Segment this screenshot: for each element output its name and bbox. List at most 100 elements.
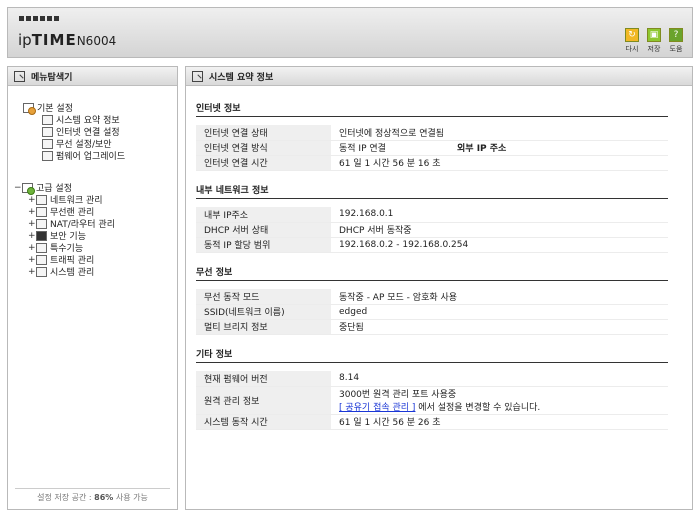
wireless-info-table: 무선 동작 모드 동작중 - AP 모드 - 암호화 사용 SSID(네트워크 … (196, 289, 668, 335)
section-title-wireless: 무선 정보 (196, 265, 668, 281)
network-icon (36, 194, 47, 205)
expand-icon: + (28, 266, 36, 277)
storage-status: 설정 저장 공간 : 86% 사용 가능 (15, 488, 170, 503)
row-label: 원격 관리 정보 (196, 386, 331, 415)
logo-dots (19, 16, 59, 21)
save-button[interactable]: ▣ 저장 (646, 28, 662, 54)
table-row: 멀티 브리지 정보 중단됨 (196, 319, 668, 335)
other-info-table: 현재 펌웨어 버전 8.14 원격 관리 정보 3000번 원격 관리 포트 사… (196, 371, 668, 430)
system-summary-title-text: 시스템 요약 정보 (209, 72, 274, 83)
table-row: 인터넷 연결 상태 인터넷에 정상적으로 연결됨 (196, 125, 668, 141)
row-label: 내부 IP주소 (196, 207, 331, 223)
expand-icon: + (28, 254, 36, 265)
table-row: 내부 IP주소 192.168.0.1 (196, 207, 668, 223)
expand-icon: + (28, 194, 36, 205)
table-row: 원격 관리 정보 3000번 원격 관리 포트 사용중 [ 공유기 접속 관리 … (196, 386, 668, 415)
row-value: 8.14 (331, 371, 668, 387)
logo-model: N6004 (76, 34, 117, 48)
tree-item-label: 펌웨어 업그레이드 (56, 152, 126, 162)
refresh-label: 다시 (625, 45, 639, 53)
row-value: 동적 IP 연결 (331, 140, 449, 156)
row-label: 인터넷 연결 방식 (196, 140, 331, 156)
expand-icon: + (28, 218, 36, 229)
expand-icon: + (28, 230, 36, 241)
top-header: ipTIMEN6004 ↻ 다시 ▣ 저장 ? 도움 (7, 7, 693, 58)
save-icon: ▣ (647, 28, 661, 42)
row-value: 동작중 - AP 모드 - 암호화 사용 (331, 289, 668, 305)
router-access-link[interactable]: [ 공유기 접속 관리 ] (339, 403, 415, 413)
chart-icon (42, 114, 53, 125)
row-value: edged (331, 304, 668, 320)
router-icon (36, 218, 47, 229)
upgrade-icon (42, 150, 53, 161)
menu-explorer-panel: 메뉴탐색기 기본 설정 시스템 요약 정보 인터넷 연결 설정 무선 설정/보안… (7, 66, 178, 510)
remote-mgmt-value: 3000번 원격 관리 포트 사용중 [ 공유기 접속 관리 ] 에서 설정을 … (331, 386, 668, 415)
wireless-icon (42, 138, 53, 149)
logo-part1: ip (18, 31, 32, 49)
logo-part2: TIME (31, 31, 77, 49)
help-icon: ? (669, 28, 683, 42)
lan-info-table: 내부 IP주소 192.168.0.1 DHCP 서버 상태 DHCP 서버 동… (196, 207, 668, 253)
internet-info-table: 인터넷 연결 상태 인터넷에 정상적으로 연결됨 인터넷 연결 방식 동적 IP… (196, 125, 668, 171)
table-row: 인터넷 연결 시간 61 일 1 시간 56 분 16 초 (196, 155, 668, 171)
remote-mgmt-line: [ 공유기 접속 관리 ] 에서 설정을 변경할 수 있습니다. (339, 400, 660, 413)
row-value: 중단됨 (331, 319, 668, 335)
traffic-icon (36, 254, 47, 265)
row-label: SSID(네트워크 이름) (196, 304, 331, 320)
table-row: SSID(네트워크 이름) edged (196, 304, 668, 320)
help-label: 도움 (669, 45, 683, 53)
table-row: 시스템 동작 시간 61 일 1 시간 56 분 26 초 (196, 414, 668, 430)
table-row: 현재 펌웨어 버전 8.14 (196, 371, 668, 387)
section-title-internet: 인터넷 정보 (196, 101, 668, 117)
external-ip-label: 외부 IP 주소 (449, 140, 668, 156)
row-label: 인터넷 연결 시간 (196, 155, 331, 171)
tree-item-firmware-upgrade[interactable]: 펌웨어 업그레이드 (42, 149, 125, 162)
row-label: DHCP 서버 상태 (196, 222, 331, 238)
storage-prefix: 설정 저장 공간 : (37, 493, 95, 502)
help-button[interactable]: ? 도움 (668, 28, 684, 54)
special-icon (36, 242, 47, 253)
row-value: 61 일 1 시간 56 분 16 초 (331, 155, 668, 171)
window-icon (192, 70, 203, 82)
expand-icon: + (28, 242, 36, 253)
lock-icon (36, 230, 47, 241)
iptime-logo: ipTIMEN6004 (18, 31, 116, 49)
folder-icon (22, 182, 35, 195)
row-value: 192.168.0.2 - 192.168.0.254 (331, 237, 668, 253)
row-value: 192.168.0.1 (331, 207, 668, 223)
system-summary-panel: 시스템 요약 정보 인터넷 정보 인터넷 연결 상태 인터넷에 정상적으로 연결… (185, 66, 693, 510)
refresh-icon: ↻ (625, 28, 639, 42)
chart-icon (36, 266, 47, 277)
remote-port-text: 3000번 원격 관리 포트 사용중 (339, 390, 457, 400)
row-label: 인터넷 연결 상태 (196, 125, 331, 141)
tree-item-system[interactable]: + 시스템 관리 (28, 265, 94, 278)
row-label: 동적 IP 할당 범위 (196, 237, 331, 253)
row-label: 무선 동작 모드 (196, 289, 331, 305)
row-label: 멀티 브리지 정보 (196, 319, 331, 335)
collapse-icon: − (14, 182, 22, 193)
menu-explorer-title: 메뉴탐색기 (8, 67, 177, 86)
system-summary-title: 시스템 요약 정보 (186, 67, 692, 86)
row-label: 현재 펌웨어 버전 (196, 371, 331, 387)
menu-explorer-title-text: 메뉴탐색기 (31, 72, 73, 83)
section-title-lan: 내부 네트워크 정보 (196, 183, 668, 199)
section-title-other: 기타 정보 (196, 347, 668, 363)
refresh-button[interactable]: ↻ 다시 (624, 28, 640, 54)
wireless-icon (36, 206, 47, 217)
expand-icon: + (28, 206, 36, 217)
storage-suffix: 사용 가능 (113, 493, 148, 502)
magnifier-icon (14, 70, 25, 82)
table-row: DHCP 서버 상태 DHCP 서버 동작중 (196, 222, 668, 238)
storage-value: 86% (94, 493, 114, 502)
folder-icon (23, 102, 36, 115)
monitor-icon (42, 126, 53, 137)
row-value: 61 일 1 시간 56 분 26 초 (331, 414, 668, 430)
table-row: 무선 동작 모드 동작중 - AP 모드 - 암호화 사용 (196, 289, 668, 305)
table-row: 동적 IP 할당 범위 192.168.0.2 - 192.168.0.254 (196, 237, 668, 253)
remote-mgmt-suffix: 에서 설정을 변경할 수 있습니다. (415, 403, 541, 413)
row-value: 인터넷에 정상적으로 연결됨 (331, 125, 668, 141)
row-value: DHCP 서버 동작중 (331, 222, 668, 238)
tree-item-label: 시스템 관리 (50, 268, 95, 278)
table-row: 인터넷 연결 방식 동적 IP 연결 외부 IP 주소 (196, 140, 668, 156)
save-label: 저장 (647, 45, 661, 53)
